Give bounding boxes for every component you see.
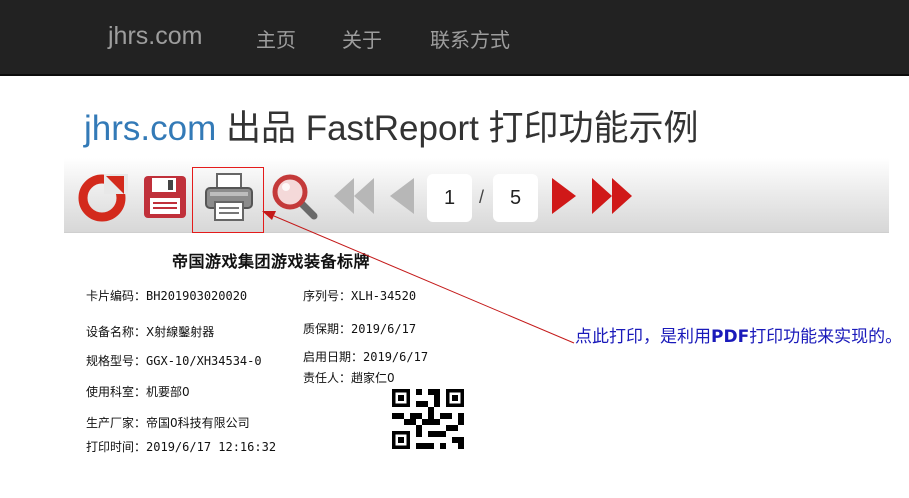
field-warranty-value: 2019/6/17 — [351, 322, 417, 336]
field-card-no: 卡片编码：BH201903020020 — [86, 287, 247, 304]
field-start-date-value: 2019/6/17 — [363, 350, 429, 364]
field-spec-value: GGX-10/XH34534-0 — [146, 354, 262, 368]
field-warranty: 质保期：2019/6/17 — [303, 320, 416, 337]
next-page-button[interactable] — [550, 176, 580, 216]
report-title: 帝国游戏集团游戏装备标牌 — [172, 252, 371, 271]
field-print-time: 打印时间：2019/6/17 12:16:32 — [86, 438, 276, 455]
prev-page-icon — [390, 178, 414, 214]
field-owner-label: 责任人： — [303, 371, 352, 385]
field-spec: 规格型号：GGX-10/XH34534-0 — [86, 352, 262, 369]
print-icon — [205, 173, 253, 221]
field-dept-label: 使用科室： — [86, 385, 147, 399]
annotation-part2: 打印功能来实现的。 — [749, 327, 903, 347]
field-maker: 生产厂家：帝国0科技有限公司 — [86, 414, 250, 431]
print-button[interactable] — [202, 170, 256, 224]
first-page-button[interactable] — [332, 176, 376, 216]
field-start-date: 启用日期：2019/6/17 — [303, 348, 428, 365]
brand-link[interactable]: jhrs.com — [108, 22, 202, 51]
nav-link-contact[interactable]: 联系方式 — [430, 24, 510, 53]
save-icon — [144, 176, 186, 218]
first-page-icon — [334, 178, 374, 214]
field-print-time-value: 2019/6/17 12:16:32 — [146, 440, 277, 454]
refresh-button[interactable] — [78, 172, 128, 222]
report-toolbar: 1 / 5 — [64, 158, 889, 233]
zoom-button[interactable] — [270, 172, 320, 222]
total-pages-field: 5 — [493, 174, 538, 222]
next-page-icon — [552, 178, 576, 214]
save-button[interactable] — [140, 172, 190, 222]
field-device-value: X射線鑿射器 — [146, 325, 215, 339]
page-title-accent: jhrs.com — [84, 109, 217, 148]
refresh-icon — [78, 174, 128, 222]
field-start-date-label: 启用日期： — [303, 350, 364, 364]
field-warranty-label: 质保期： — [303, 322, 352, 336]
page-separator: / — [479, 187, 485, 207]
field-dept-value: 机要部0 — [146, 385, 190, 399]
zoom-icon — [272, 174, 318, 220]
page-title: jhrs.com 出品 FastReport 打印功能示例 — [84, 100, 699, 151]
field-owner-value: 趙家仁0 — [351, 371, 395, 385]
qr-code-icon — [392, 389, 464, 449]
field-serial-value: XLH-34520 — [351, 289, 417, 303]
field-serial-label: 序列号： — [303, 289, 352, 303]
field-dept: 使用科室：机要部0 — [86, 383, 190, 400]
field-device: 设备名称：X射線鑿射器 — [86, 323, 214, 340]
prev-page-button[interactable] — [386, 176, 416, 216]
field-spec-label: 规格型号： — [86, 354, 147, 368]
page-title-rest: 出品 FastReport 打印功能示例 — [216, 109, 699, 148]
field-card-no-label: 卡片编码： — [86, 289, 147, 303]
nav-link-home[interactable]: 主页 — [256, 24, 296, 53]
field-card-no-value: BH201903020020 — [146, 289, 248, 303]
field-serial: 序列号：XLH-34520 — [303, 287, 416, 304]
annotation-text: 点此打印，是利用PDF打印功能来实现的。 — [575, 325, 909, 349]
field-maker-label: 生产厂家： — [86, 416, 147, 430]
last-page-icon — [592, 178, 632, 214]
last-page-button[interactable] — [590, 176, 634, 216]
annotation-part1: 点此打印，是利用 — [575, 327, 711, 347]
field-device-label: 设备名称： — [86, 325, 147, 339]
current-page-field[interactable]: 1 — [427, 174, 472, 222]
top-navbar: jhrs.com 主页 关于 联系方式 — [0, 0, 909, 76]
field-owner: 责任人：趙家仁0 — [303, 369, 395, 386]
annotation-pdf: PDF — [711, 327, 750, 347]
field-print-time-label: 打印时间： — [86, 440, 147, 454]
field-maker-value: 帝国0科技有限公司 — [146, 416, 250, 430]
nav-link-about[interactable]: 关于 — [342, 24, 382, 53]
